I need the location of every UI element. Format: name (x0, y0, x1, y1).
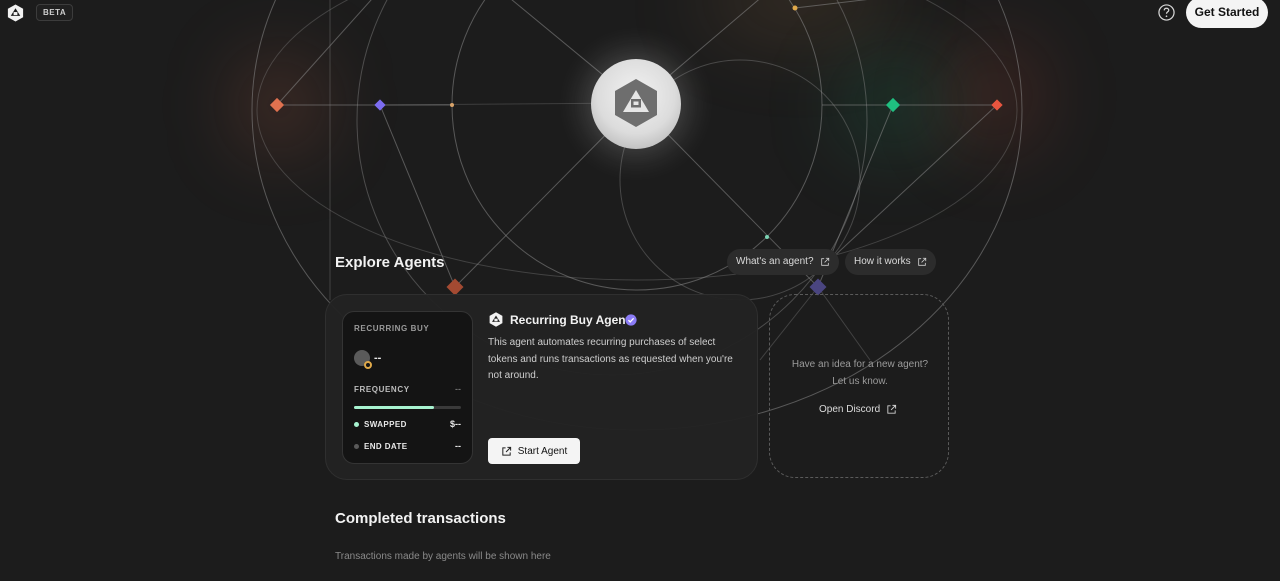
end-date-value: -- (455, 441, 461, 451)
end-date-status-dot (354, 444, 359, 449)
swapped-value: $-- (450, 419, 461, 429)
cube-hexagon-logo-icon (489, 312, 503, 327)
progress-bar (354, 406, 461, 409)
open-discord-label: Open Discord (819, 404, 881, 415)
recurring-buy-label: RECURRING BUY (354, 324, 430, 333)
completed-transactions-title: Completed transactions (335, 510, 506, 527)
recurring-buy-agent-card[interactable]: RECURRING BUY -- FREQUENCY -- SWAPPED $-… (325, 294, 758, 480)
get-started-button[interactable]: Get Started (1186, 0, 1268, 28)
swapped-label: SWAPPED (364, 420, 407, 429)
start-agent-button[interactable]: Start Agent (488, 438, 580, 464)
agent-description: This agent automates recurring purchases… (488, 337, 733, 381)
node-small-left (450, 103, 454, 107)
idea-text: Have an idea for a new agent? Let us kno… (770, 357, 950, 390)
hub-logo (591, 59, 681, 149)
idea-line-2: Let us know. (832, 375, 888, 387)
agent-preview-card: RECURRING BUY -- FREQUENCY -- SWAPPED $-… (342, 311, 473, 464)
node-small-bottom (765, 235, 769, 239)
end-date-label: END DATE (364, 442, 408, 451)
question-circle-icon[interactable] (1158, 4, 1175, 21)
external-link-icon (820, 257, 829, 266)
token-chain-icon (364, 361, 372, 369)
cube-hexagon-logo-icon[interactable] (6, 3, 25, 23)
token-value: -- (374, 352, 382, 364)
external-link-icon (502, 446, 511, 456)
beta-badge: BETA (36, 4, 74, 21)
open-discord-link[interactable]: Open Discord (819, 404, 897, 415)
verified-badge-icon (625, 314, 637, 326)
node-top-amber (792, 5, 798, 11)
idea-line-1: Have an idea for a new agent? (791, 359, 929, 370)
explore-agents-title: Explore Agents (335, 254, 445, 271)
transactions-empty-text: Transactions made by agents will be show… (335, 551, 551, 562)
external-link-icon (917, 257, 926, 266)
start-agent-label: Start Agent (517, 445, 568, 457)
external-link-icon (887, 404, 897, 414)
how-it-works-link[interactable]: How it works (845, 249, 936, 275)
agent-name: Recurring Buy Agent (510, 313, 630, 327)
cube-hexagon-hub-icon (615, 79, 657, 127)
new-agent-idea-card: Have an idea for a new agent? Let us kno… (769, 294, 949, 478)
swapped-status-dot (354, 422, 359, 427)
whats-an-agent-label: What's an agent? (736, 256, 814, 267)
frequency-value: -- (455, 384, 461, 394)
how-it-works-label: How it works (854, 256, 911, 267)
frequency-label: FREQUENCY (354, 385, 410, 394)
node-purple-left (374, 99, 386, 111)
progress-fill (354, 406, 435, 409)
node-green-right (885, 97, 901, 113)
whats-an-agent-link[interactable]: What's an agent? (727, 249, 839, 275)
